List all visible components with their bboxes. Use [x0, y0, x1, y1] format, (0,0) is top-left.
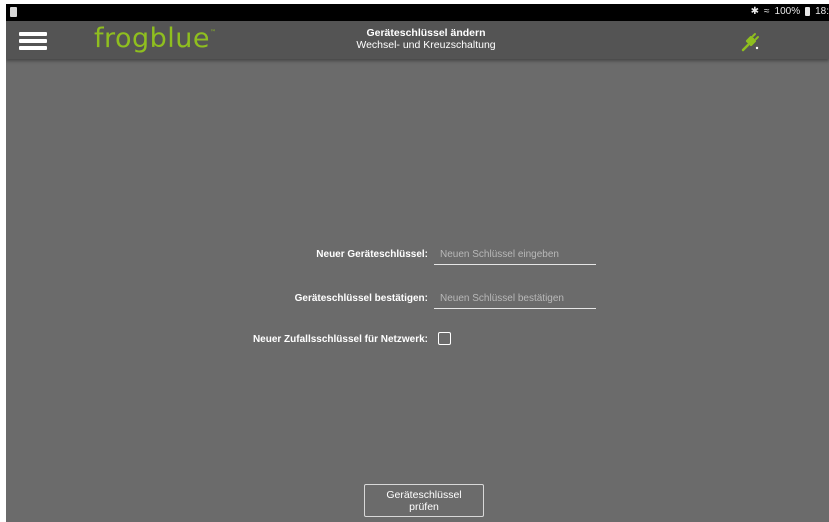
logo-text: frogblue [94, 23, 211, 54]
plug-connected-icon[interactable] [739, 31, 761, 53]
confirm-key-input[interactable] [434, 289, 596, 309]
bluetooth-icon: ✱ [750, 6, 760, 17]
battery-icon [805, 7, 811, 16]
confirm-key-row: Geräteschlüssel bestätigen: [6, 285, 829, 315]
status-bar: ✱ ≈ 100% 18: [6, 4, 829, 21]
page-title-block: Geräteschlüssel ändern Wechsel- und Kreu… [306, 27, 546, 51]
logo-trademark: ™ [210, 29, 217, 36]
wifi-icon: ≈ [764, 6, 770, 17]
confirm-key-label: Geräteschlüssel bestätigen: [294, 293, 428, 304]
new-key-row: Neuer Geräteschlüssel: [6, 241, 829, 271]
new-key-label: Neuer Geräteschlüssel: [316, 249, 428, 260]
page-subtitle: Wechsel- und Kreuzschaltung [356, 39, 496, 51]
check-key-button[interactable]: Geräteschlüssel prüfen [364, 484, 484, 517]
random-key-row: Neuer Zufallsschlüssel für Netzwerk: [6, 326, 829, 356]
status-indicators: ✱ ≈ 100% 18: [751, 6, 829, 17]
notification-icon [10, 7, 17, 17]
new-key-input[interactable] [434, 245, 596, 265]
random-key-label: Neuer Zufallsschlüssel für Netzwerk: [252, 334, 428, 345]
app-bar: frogblue™ Geräteschlüssel ändern Wechsel… [6, 21, 829, 59]
battery-percentage: 100% [774, 6, 801, 17]
hamburger-menu-icon[interactable] [19, 32, 47, 50]
clock: 18: [815, 6, 829, 17]
frogblue-logo: frogblue™ [94, 23, 217, 54]
page-title: Geräteschlüssel ändern [366, 27, 486, 39]
random-key-checkbox[interactable] [438, 332, 451, 345]
app-screen: ✱ ≈ 100% 18: frogblue™ Geräteschlüssel ä… [6, 4, 829, 522]
